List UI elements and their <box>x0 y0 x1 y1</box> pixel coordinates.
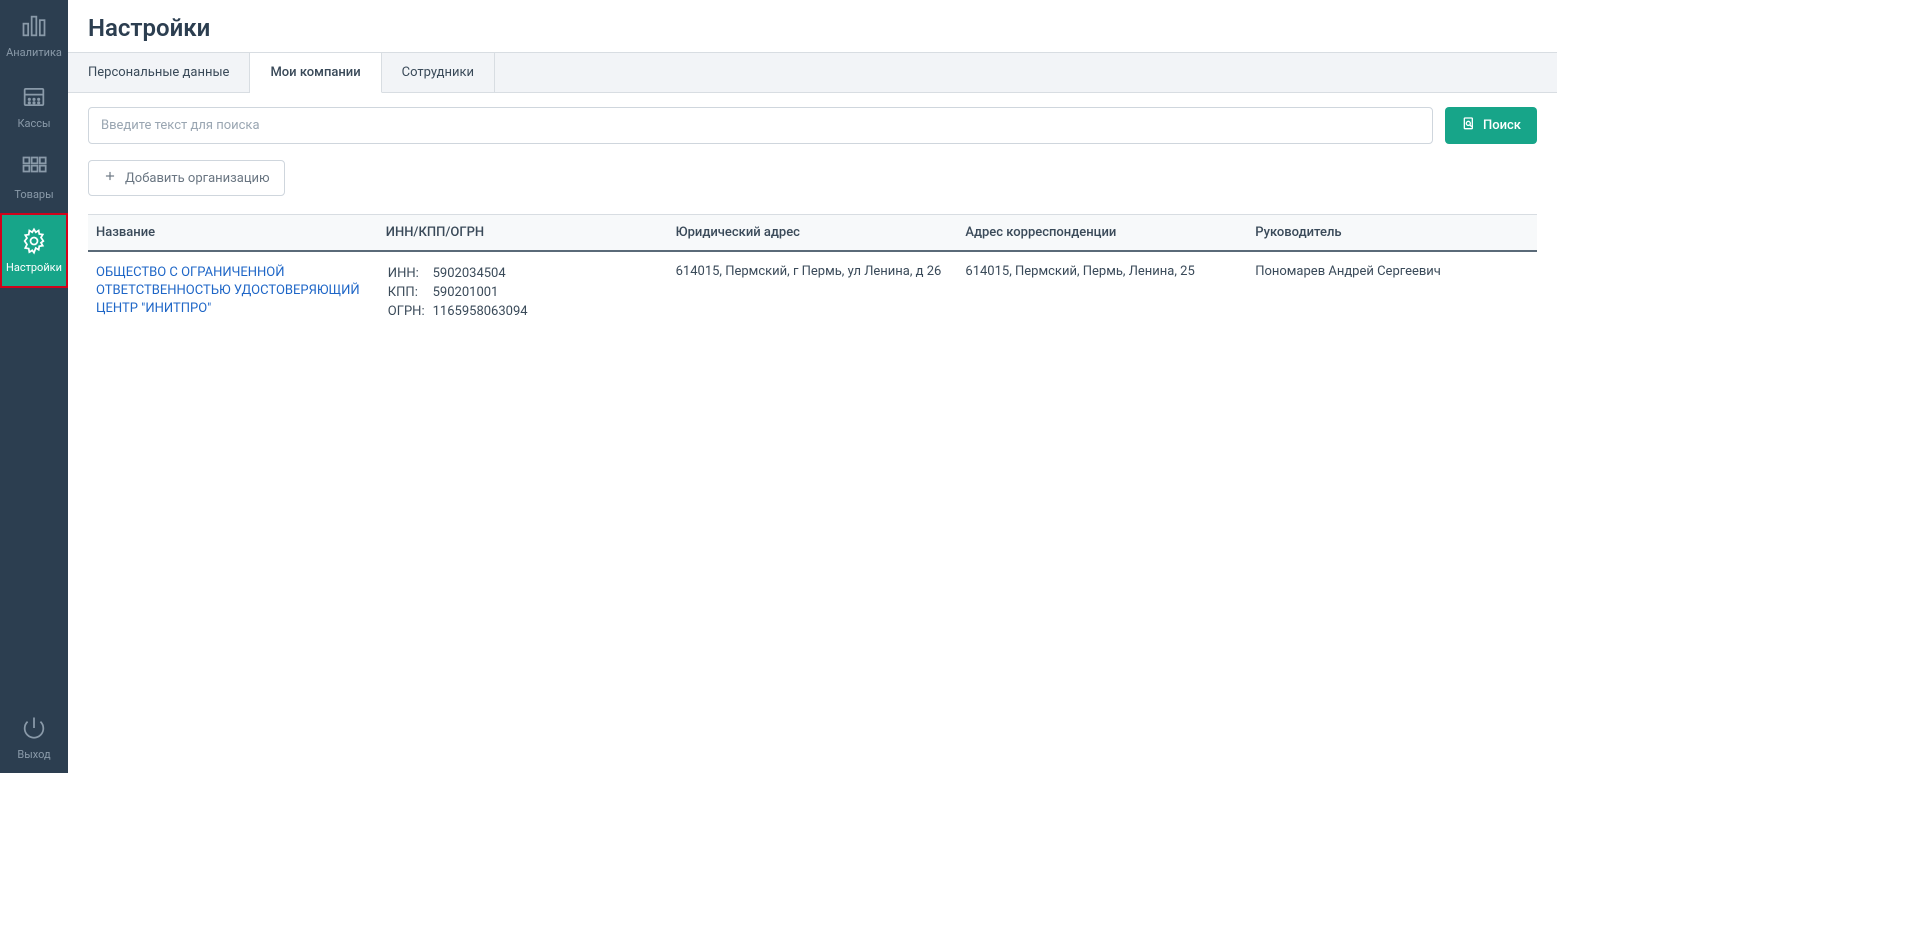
sidebar-item-goods[interactable]: Товары <box>0 142 68 213</box>
page-title: Настройки <box>68 0 1557 52</box>
kpp-value: 590201001 <box>433 285 534 302</box>
sidebar-item-label: Кассы <box>17 118 50 130</box>
cash-register-icon <box>20 83 48 114</box>
col-director[interactable]: Руководитель <box>1247 215 1537 252</box>
sidebar-item-settings[interactable]: Настройки <box>0 213 68 288</box>
power-icon <box>20 714 48 745</box>
company-link[interactable]: ОБЩЕСТВО С ОГРАНИЧЕННОЙ ОТВЕТСТВЕННОСТЬЮ… <box>96 265 360 316</box>
add-organization-button[interactable]: Добавить организацию <box>88 160 285 196</box>
search-button[interactable]: Поиск <box>1445 107 1537 144</box>
col-name[interactable]: Название <box>88 215 378 252</box>
add-button-label: Добавить организацию <box>125 171 270 186</box>
bars-icon <box>20 12 48 43</box>
tab-personal[interactable]: Персональные данные <box>68 53 250 92</box>
sidebar-item-exit[interactable]: Выход <box>0 702 68 773</box>
search-input[interactable] <box>88 107 1433 144</box>
tabs: Персональные данные Мои компании Сотрудн… <box>68 52 1557 93</box>
search-icon <box>1461 116 1477 136</box>
apps-icon <box>20 154 48 185</box>
ogrn-value: 1165958063094 <box>433 304 534 321</box>
col-mail[interactable]: Адрес корреспонденции <box>957 215 1247 252</box>
plus-icon <box>103 169 117 187</box>
sidebar-item-label: Выход <box>17 749 50 761</box>
kpp-label: КПП: <box>388 285 431 302</box>
legal-address: 614015, Пермский, г Пермь, ул Ленина, д … <box>668 251 958 335</box>
search-button-label: Поиск <box>1483 118 1521 133</box>
companies-table: Название ИНН/КПП/ОГРН Юридический адрес … <box>88 214 1537 335</box>
sidebar-item-registers[interactable]: Кассы <box>0 71 68 142</box>
table-row: ОБЩЕСТВО С ОГРАНИЧЕННОЙ ОТВЕТСТВЕННОСТЬЮ… <box>88 251 1537 335</box>
ogrn-label: ОГРН: <box>388 304 431 321</box>
inn-value: 5902034504 <box>433 266 534 283</box>
mail-address: 614015, Пермский, Пермь, Ленина, 25 <box>957 251 1247 335</box>
sidebar-item-label: Аналитика <box>6 47 62 59</box>
gear-icon <box>20 227 48 258</box>
sidebar-item-analytics[interactable]: Аналитика <box>0 0 68 71</box>
sidebar-item-label: Настройки <box>6 262 62 274</box>
sidebar: Аналитика Кассы Товары Настройки Выход <box>0 0 68 773</box>
inn-label: ИНН: <box>388 266 431 283</box>
tab-companies[interactable]: Мои компании <box>250 53 381 93</box>
director: Пономарев Андрей Сергеевич <box>1247 251 1537 335</box>
tab-employees[interactable]: Сотрудники <box>382 53 495 92</box>
sidebar-item-label: Товары <box>14 189 53 201</box>
main-content: Настройки Персональные данные Мои компан… <box>68 0 1557 773</box>
col-legal[interactable]: Юридический адрес <box>668 215 958 252</box>
col-ids[interactable]: ИНН/КПП/ОГРН <box>378 215 668 252</box>
